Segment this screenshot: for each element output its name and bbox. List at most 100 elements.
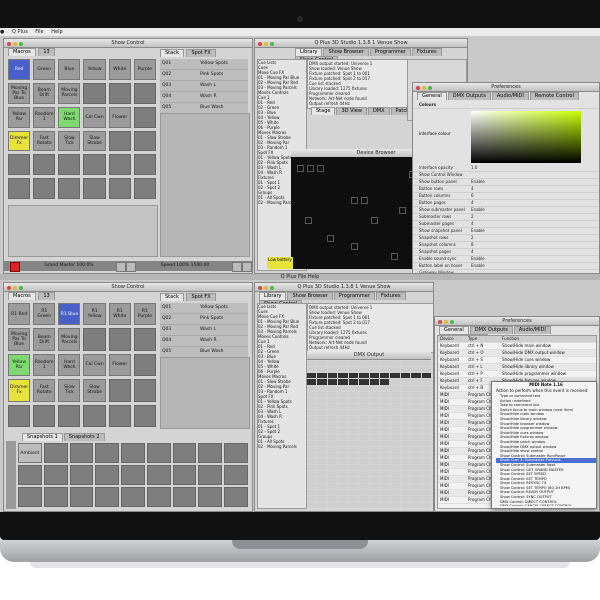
- tab-macros[interactable]: Macros: [8, 292, 36, 300]
- show-button[interactable]: Col Cwn: [83, 106, 106, 128]
- table-row[interactable]: Keyboard ctrl + S Show/Hide cues window: [438, 357, 596, 364]
- show-button[interactable]: Fast Rotate: [33, 130, 56, 152]
- fixture-marker[interactable]: [297, 165, 304, 172]
- fixture-marker[interactable]: [361, 197, 368, 204]
- window-controls[interactable]: [416, 85, 434, 93]
- show-button[interactable]: White: [108, 59, 131, 80]
- show-button[interactable]: Col Cwn: [83, 353, 106, 377]
- cue-row[interactable]: Q01 Yellow Spots: [160, 59, 248, 70]
- show-button[interactable]: Slow Tick: [58, 379, 81, 402]
- cue-row[interactable]: Q01 Yellow Spots: [160, 303, 248, 314]
- empty-slot[interactable]: [133, 154, 156, 176]
- tab[interactable]: DMX Outputs: [447, 92, 491, 100]
- tab[interactable]: Audio/MIDI: [491, 92, 529, 100]
- tab[interactable]: Library: [295, 48, 323, 56]
- window-controls[interactable]: [258, 41, 276, 49]
- tab-spotfx[interactable]: Spot FX: [186, 293, 216, 301]
- show-button[interactable]: R1 Blue: [58, 303, 81, 326]
- empty-slot[interactable]: [108, 328, 131, 351]
- show-button[interactable]: Moving Parcels: [58, 82, 81, 104]
- window-controls[interactable]: [258, 285, 276, 293]
- empty-slot[interactable]: [108, 379, 131, 402]
- fixture-marker[interactable]: [317, 165, 324, 172]
- empty-slot[interactable]: [83, 404, 106, 427]
- show-button[interactable]: Random 1: [33, 106, 56, 128]
- log-line[interactable]: Output refresh 44Hz: [309, 101, 407, 106]
- empty-slot[interactable]: [133, 82, 156, 104]
- show-button[interactable]: Green: [33, 59, 56, 80]
- empty-slot[interactable]: [33, 178, 56, 199]
- preference-value[interactable]: 4: [471, 221, 474, 227]
- snapshot-slot[interactable]: [43, 465, 68, 485]
- preference-value[interactable]: Enable: [471, 207, 485, 213]
- snapshot-slot[interactable]: [95, 443, 120, 463]
- tab-macros[interactable]: Macros: [8, 48, 36, 56]
- preference-value[interactable]: 4: [471, 249, 474, 255]
- tab-stack[interactable]: Stack: [160, 293, 184, 301]
- snapshot-slot[interactable]: [95, 465, 120, 485]
- empty-slot[interactable]: [8, 178, 31, 199]
- table-row[interactable]: Keyboard ctrl + P Show/Hide programmer win…: [438, 371, 596, 378]
- empty-slot[interactable]: [83, 154, 106, 176]
- tab[interactable]: Snapshots 1: [22, 433, 63, 441]
- fixture-marker[interactable]: [351, 197, 358, 204]
- apple-icon[interactable]: ●: [0, 29, 4, 35]
- snapshot-slot[interactable]: [224, 443, 248, 463]
- snapshot-slot[interactable]: [43, 443, 68, 463]
- empty-slot[interactable]: [83, 178, 106, 199]
- show-button[interactable]: Beam Drift: [33, 82, 56, 104]
- fixture-marker[interactable]: [327, 235, 334, 242]
- tab[interactable]: Show Browser: [323, 48, 369, 56]
- fixture-marker[interactable]: [307, 165, 314, 172]
- speed-plus-button[interactable]: [242, 262, 252, 272]
- show-button[interactable]: Dimmer Fx: [8, 379, 31, 402]
- show-button[interactable]: Blue: [58, 59, 81, 80]
- menu-help[interactable]: Help: [51, 29, 62, 35]
- tab-page[interactable]: 13: [38, 292, 55, 300]
- snapshot-slot[interactable]: [121, 465, 145, 485]
- snapshot-slot[interactable]: [69, 443, 94, 463]
- cue-row[interactable]: Q04 Wash R: [160, 92, 248, 103]
- cue-row[interactable]: Q04 Wash R: [160, 336, 248, 347]
- tab[interactable]: 3D View: [336, 107, 367, 115]
- show-button[interactable]: R1 White: [108, 303, 131, 326]
- tab[interactable]: Library: [259, 292, 287, 300]
- log-line[interactable]: Output refresh 44Hz: [309, 345, 433, 350]
- empty-slot[interactable]: [133, 106, 156, 128]
- show-button[interactable]: Beam Drift: [33, 328, 56, 351]
- show-button[interactable]: Purple: [133, 59, 156, 80]
- colour-picker[interactable]: [471, 111, 581, 163]
- window-controls[interactable]: [438, 319, 456, 327]
- snapshot-slot[interactable]: [146, 487, 171, 507]
- cue-row[interactable]: Q02 Pink Spots: [160, 314, 248, 325]
- snapshot-slot[interactable]: [224, 465, 248, 485]
- table-row[interactable]: Keyboard ctrl + L Show/Hide library window: [438, 364, 596, 371]
- cue-row[interactable]: Q03 Wash L: [160, 81, 248, 92]
- empty-slot[interactable]: [108, 82, 131, 104]
- preference-value[interactable]: 1.0: [471, 165, 477, 171]
- empty-slot[interactable]: [108, 404, 131, 427]
- snapshot-slot[interactable]: [172, 487, 197, 507]
- tree-item[interactable]: 02 - Moving Parcels: [258, 444, 306, 449]
- snapshot-slot[interactable]: [18, 487, 42, 507]
- tab[interactable]: General: [439, 326, 469, 334]
- tab[interactable]: Remote Control: [529, 92, 579, 100]
- speed-minus-button[interactable]: [232, 262, 242, 272]
- tab[interactable]: DMX Outputs: [469, 326, 513, 334]
- show-button[interactable]: Yellow Par: [8, 353, 31, 377]
- stop-button[interactable]: [10, 262, 20, 272]
- snapshot-slot[interactable]: [95, 487, 120, 507]
- preference-value[interactable]: 4: [471, 200, 474, 206]
- snapshot-slot[interactable]: [43, 487, 68, 507]
- tab[interactable]: Fixtures: [411, 48, 442, 56]
- preference-value[interactable]: Enable: [471, 256, 485, 262]
- tab[interactable]: Show Browser: [287, 292, 333, 300]
- popup-option[interactable]: DMX Control: CANCEL DIRECT CONTROL: [496, 504, 596, 506]
- sync-button[interactable]: [126, 262, 136, 272]
- preference-value[interactable]: 4: [471, 186, 474, 192]
- preference-value[interactable]: 2: [471, 214, 474, 220]
- snapshot-side-tabs[interactable]: [6, 441, 16, 509]
- fixture-marker[interactable]: [391, 253, 398, 260]
- show-button[interactable]: Flower: [108, 106, 131, 128]
- show-button[interactable]: R1 Yellow: [83, 303, 106, 326]
